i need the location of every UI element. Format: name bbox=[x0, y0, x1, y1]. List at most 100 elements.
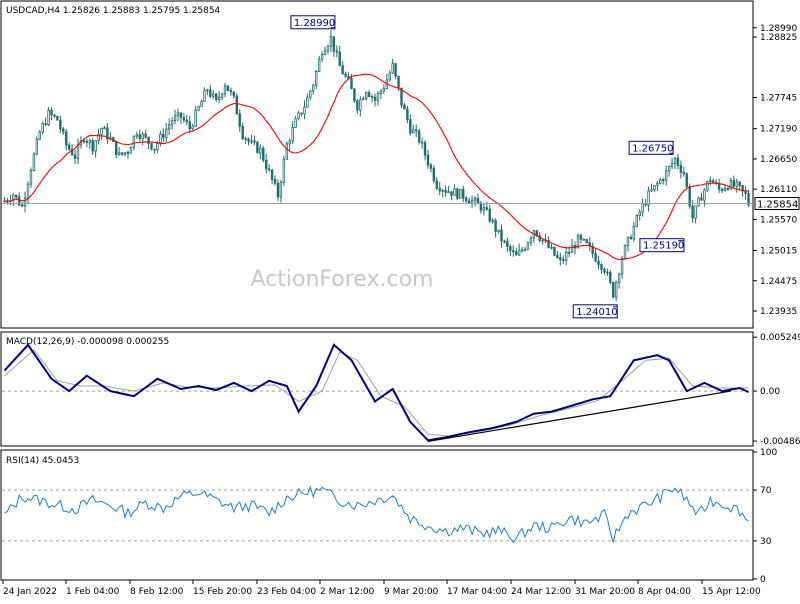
candle-body bbox=[15, 194, 18, 198]
candle-body bbox=[250, 140, 253, 143]
candle-body bbox=[162, 133, 165, 138]
candle-body bbox=[391, 63, 394, 74]
candle-body bbox=[526, 242, 530, 250]
candle-body bbox=[364, 92, 368, 99]
candle-body bbox=[679, 165, 683, 173]
candle-body bbox=[429, 164, 433, 169]
candle-body bbox=[223, 85, 227, 95]
time-tick-label: 17 Mar 04:00 bbox=[447, 587, 507, 597]
candle bbox=[459, 188, 462, 199]
candle-body bbox=[662, 179, 665, 182]
price-callout: 1.26750 bbox=[628, 140, 674, 155]
candle-body bbox=[65, 131, 68, 146]
current-price-tag: 1.25854 bbox=[754, 197, 800, 211]
candle-body bbox=[467, 200, 471, 204]
candle-body bbox=[720, 188, 724, 191]
candle-body bbox=[623, 245, 627, 259]
candle-body bbox=[117, 152, 121, 156]
callout-label: 1.26750 bbox=[632, 143, 673, 154]
price-tick-label: 1.26650 bbox=[760, 155, 797, 165]
candle-body bbox=[732, 180, 736, 187]
candle-body bbox=[282, 158, 286, 183]
candle-body bbox=[132, 135, 136, 149]
candle-body bbox=[632, 225, 636, 240]
price-tick-label: 1.23935 bbox=[760, 307, 797, 317]
candle-body bbox=[103, 127, 106, 130]
candle-body bbox=[56, 115, 59, 121]
candle-body bbox=[514, 251, 518, 256]
candle-body bbox=[706, 181, 709, 191]
candle-body bbox=[315, 70, 318, 86]
candle-body bbox=[167, 124, 171, 130]
rsi-panel: RSI(14) 45.0453 100 70 30 0 bbox=[0, 448, 777, 585]
candle-body bbox=[620, 258, 624, 275]
forex-chart: ActionForex.com USDCAD,H4 1.25826 1.2588… bbox=[0, 0, 800, 597]
candle-body bbox=[635, 214, 638, 227]
macd-tick-label: 0.00 bbox=[760, 387, 780, 397]
candle-body bbox=[26, 183, 30, 199]
candle-body bbox=[176, 112, 180, 117]
candle-body bbox=[685, 173, 688, 188]
candle-body bbox=[529, 237, 533, 244]
price-callout: 1.25190 bbox=[639, 238, 685, 253]
candle bbox=[285, 141, 289, 160]
candle bbox=[150, 143, 153, 151]
candle-body bbox=[735, 181, 738, 187]
candle-body bbox=[556, 254, 559, 258]
candle-body bbox=[44, 123, 47, 126]
candle-body bbox=[394, 63, 397, 77]
candle-body bbox=[594, 253, 597, 262]
candle-body bbox=[129, 147, 133, 154]
candle-body bbox=[409, 119, 412, 134]
price-callout: 1.24010 bbox=[572, 304, 618, 319]
callout-label: 1.25190 bbox=[643, 241, 684, 252]
candle-body bbox=[94, 140, 97, 152]
candle-body bbox=[203, 90, 206, 103]
time-tick-label: 31 Mar 20:00 bbox=[575, 587, 635, 597]
candle-body bbox=[582, 238, 586, 241]
price-tick-label: 1.27190 bbox=[760, 125, 797, 135]
candle-body bbox=[38, 131, 41, 140]
price-tick-label: 1.25570 bbox=[760, 215, 797, 225]
candle-body bbox=[476, 197, 480, 204]
candle bbox=[400, 87, 403, 109]
price-callout: 1.28990 bbox=[290, 15, 336, 30]
candle-body bbox=[279, 181, 283, 198]
candle-body bbox=[126, 152, 130, 154]
candle-body bbox=[626, 236, 630, 247]
price-tick-label: 1.25015 bbox=[760, 247, 797, 257]
candle-body bbox=[262, 147, 265, 161]
candle bbox=[35, 136, 39, 156]
candle-body bbox=[120, 152, 124, 155]
candle-body bbox=[647, 190, 650, 206]
candle-body bbox=[629, 236, 633, 240]
candle-body bbox=[520, 249, 524, 252]
candle-body bbox=[712, 180, 715, 183]
candle-body bbox=[35, 138, 39, 155]
candle-body bbox=[650, 189, 653, 192]
time-tick-label: 23 Feb 04:00 bbox=[257, 587, 316, 597]
candle-body bbox=[450, 191, 453, 196]
candle-body bbox=[47, 109, 50, 125]
candle-body bbox=[691, 205, 694, 219]
candle-body bbox=[241, 125, 244, 139]
price-tick-label: 1.27745 bbox=[760, 94, 797, 104]
candle bbox=[697, 196, 700, 207]
candle bbox=[585, 238, 588, 244]
candle-body bbox=[62, 128, 65, 133]
candle bbox=[41, 121, 44, 135]
candle-body bbox=[50, 109, 53, 116]
candle-body bbox=[20, 204, 24, 207]
candle-body bbox=[567, 251, 571, 254]
candle-body bbox=[459, 188, 462, 199]
candle-body bbox=[559, 257, 562, 261]
candle-body bbox=[600, 263, 603, 270]
candle-body bbox=[276, 182, 280, 198]
candle bbox=[226, 85, 230, 91]
candle-body bbox=[456, 188, 459, 199]
candle-body bbox=[188, 121, 191, 130]
candle-body bbox=[182, 117, 186, 121]
candle-body bbox=[320, 54, 324, 60]
candle-body bbox=[173, 115, 177, 121]
candle-body bbox=[564, 252, 568, 261]
